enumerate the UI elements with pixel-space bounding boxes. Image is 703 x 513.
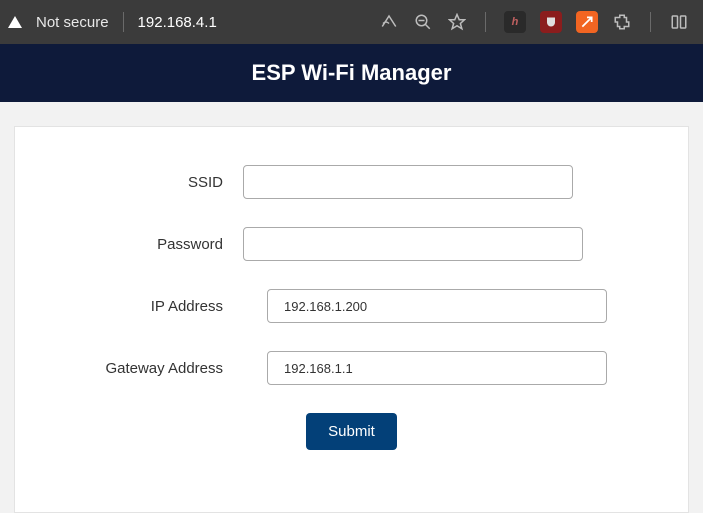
page-body: SSID Password IP Address Gateway Address… bbox=[0, 102, 703, 513]
security-status[interactable]: Not secure bbox=[30, 14, 115, 31]
extensions-icon[interactable] bbox=[612, 12, 632, 32]
submit-row: Submit bbox=[45, 413, 658, 450]
gateway-label: Gateway Address bbox=[45, 360, 243, 377]
extension-icon[interactable]: h bbox=[504, 11, 526, 33]
page-header: ESP Wi-Fi Manager bbox=[0, 44, 703, 102]
divider bbox=[485, 12, 486, 32]
split-screen-icon[interactable] bbox=[669, 12, 689, 32]
ip-label: IP Address bbox=[45, 298, 243, 315]
ssid-label: SSID bbox=[45, 174, 243, 191]
password-label: Password bbox=[45, 236, 243, 253]
divider bbox=[123, 12, 124, 32]
ssid-input[interactable] bbox=[243, 165, 573, 199]
browser-address-bar: Not secure 192.168.4.1 h bbox=[0, 0, 703, 44]
ip-input[interactable] bbox=[267, 289, 607, 323]
extension-icon[interactable] bbox=[576, 11, 598, 33]
favorite-star-icon[interactable] bbox=[447, 12, 467, 32]
divider bbox=[650, 12, 651, 32]
zoom-out-icon[interactable] bbox=[413, 12, 433, 32]
gateway-row: Gateway Address bbox=[45, 351, 658, 385]
password-input[interactable] bbox=[243, 227, 583, 261]
url-text[interactable]: 192.168.4.1 bbox=[132, 14, 223, 31]
warning-icon bbox=[8, 16, 22, 28]
read-aloud-icon[interactable] bbox=[379, 12, 399, 32]
submit-button[interactable]: Submit bbox=[306, 413, 397, 450]
wifi-config-card: SSID Password IP Address Gateway Address… bbox=[14, 126, 689, 513]
password-row: Password bbox=[45, 227, 658, 261]
page-title: ESP Wi-Fi Manager bbox=[252, 60, 452, 86]
gateway-input[interactable] bbox=[267, 351, 607, 385]
browser-toolbar-icons: h bbox=[379, 11, 695, 33]
ip-row: IP Address bbox=[45, 289, 658, 323]
ssid-row: SSID bbox=[45, 165, 658, 199]
ublock-icon[interactable] bbox=[540, 11, 562, 33]
